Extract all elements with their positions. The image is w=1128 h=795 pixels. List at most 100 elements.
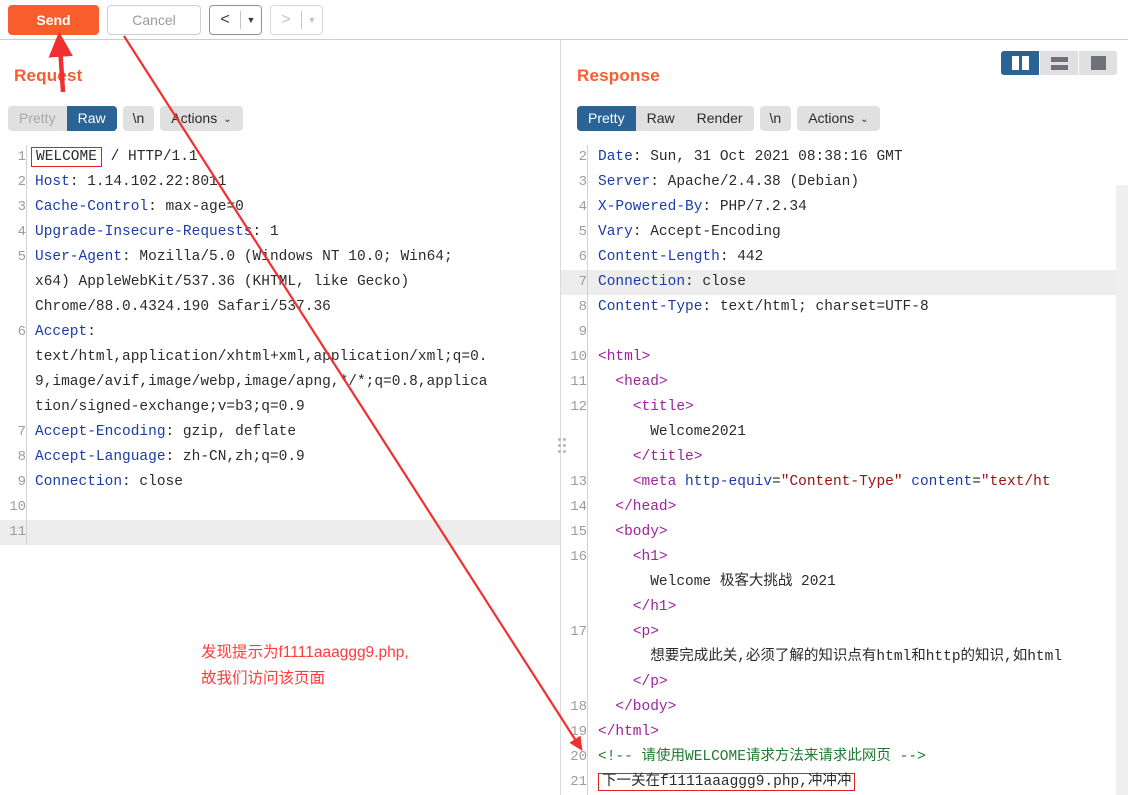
tab-response-render[interactable]: Render — [685, 106, 754, 131]
request-panel-title: Request — [14, 66, 83, 85]
code-line: 8 Content-Type: text/html; charset=UTF-8 — [561, 295, 1116, 320]
response-editor[interactable]: 2 Date: Sun, 31 Oct 2021 08:38:16 GMT 3 Ser… — [561, 145, 1116, 795]
code-text: Content-Length: 442 — [598, 249, 764, 265]
code-line: 12 <title> — [561, 395, 1116, 420]
split-view-icon[interactable] — [1001, 51, 1039, 75]
forward-dropdown-caret-icon[interactable]: ▼ — [302, 5, 322, 34]
forward-button-group[interactable]: > ▼ — [270, 4, 323, 35]
code-text: Accept-Language: zh-CN,zh;q=0.9 — [35, 449, 305, 465]
request-view-tabs: Pretty Raw — [8, 106, 117, 131]
stacked-view-icon[interactable] — [1040, 51, 1078, 75]
line-number: 10 — [570, 349, 587, 365]
line-number: 3 — [17, 199, 26, 215]
code-line: 4 X-Powered-By: PHP/7.2.34 — [561, 195, 1116, 220]
code-line: 9 Connection: close — [0, 470, 560, 495]
request-editor[interactable]: 1 WELCOME / HTTP/1.1 2 Host: 1.14.102.22:80… — [0, 145, 560, 795]
line-number: 9 — [578, 324, 587, 340]
code-line: x64) AppleWebKit/537.36 (KHTML, like Gec… — [0, 270, 560, 295]
line-number: 4 — [17, 224, 26, 240]
highlighted-method: WELCOME — [31, 147, 102, 167]
code-line: 10 — [0, 495, 560, 520]
code-text: </body> — [615, 699, 677, 715]
code-text: 想要完成此关,必须了解的知识点有html和http的知识,如html — [650, 649, 1063, 665]
line-number: 10 — [9, 499, 26, 515]
line-number: 19 — [570, 724, 587, 740]
code-text: Accept-Encoding: gzip, deflate — [35, 424, 297, 440]
code-text: </html> — [598, 724, 659, 740]
code-line: 18 </body> — [561, 695, 1116, 720]
cancel-button[interactable]: Cancel — [107, 4, 201, 35]
line-number: 1 — [17, 149, 26, 165]
line-number: 20 — [570, 749, 587, 765]
line-number: 21 — [570, 774, 587, 790]
line-number: 6 — [17, 324, 26, 340]
code-text: <!-- 请使用WELCOME请求方法来请求此网页 --> — [598, 749, 926, 765]
request-tabstrip: Pretty Raw \n Actions ⌄ — [8, 106, 243, 131]
code-text: tion/signed-exchange;v=b3;q=0.9 — [35, 399, 305, 415]
chevron-left-icon[interactable]: < — [210, 5, 240, 34]
line-number: 5 — [17, 249, 26, 265]
back-dropdown-caret-icon[interactable]: ▼ — [241, 5, 261, 34]
code-text: WELCOME / HTTP/1.1 — [27, 145, 198, 170]
tab-response-pretty[interactable]: Pretty — [577, 106, 636, 131]
code-line: 1 WELCOME / HTTP/1.1 — [0, 145, 560, 170]
code-text: <h1> — [632, 549, 668, 565]
code-line: 4 Upgrade-Insecure-Requests: 1 — [0, 220, 560, 245]
code-line: 10 <html> — [561, 345, 1116, 370]
tab-request-pretty[interactable]: Pretty — [8, 106, 67, 131]
request-actions-button[interactable]: Actions ⌄ — [160, 106, 243, 131]
line-number: 7 — [17, 424, 26, 440]
response-newline-toggle[interactable]: \n — [759, 106, 792, 131]
code-line: Chrome/88.0.4324.190 Safari/537.36 — [0, 295, 560, 320]
line-number: 15 — [570, 524, 587, 540]
line-number: 17 — [570, 624, 587, 640]
annotation-note: 发现提示为f1111aaaggg9.php, 故我们访问该页面 — [201, 640, 501, 692]
code-text: Date: Sun, 31 Oct 2021 08:38:16 GMT — [598, 149, 903, 165]
single-view-icon[interactable] — [1079, 51, 1117, 75]
line-number: 2 — [578, 149, 587, 165]
code-text: 下一关在f1111aaaggg9.php,冲冲冲 — [588, 770, 856, 795]
code-text: Cache-Control: max-age=0 — [35, 199, 244, 215]
line-number: 2 — [17, 174, 26, 190]
tab-response-raw[interactable]: Raw — [635, 106, 686, 131]
line-number: 3 — [578, 174, 587, 190]
panel-splitter-handle-right[interactable] — [563, 438, 566, 453]
code-line: 9 — [561, 320, 1116, 345]
code-line: 20 <!-- 请使用WELCOME请求方法来请求此网页 --> — [561, 745, 1116, 770]
response-actions-button[interactable]: Actions ⌄ — [797, 106, 880, 131]
chevron-right-icon[interactable]: > — [271, 5, 301, 34]
code-line: 2 Date: Sun, 31 Oct 2021 08:38:16 GMT — [561, 145, 1116, 170]
line-number: 11 — [9, 524, 26, 540]
gutter-divider — [587, 320, 588, 345]
line-number: 6 — [578, 249, 587, 265]
code-line: 13 <meta http-equiv="Content-Type" conte… — [561, 470, 1116, 495]
code-line: Welcome 极客大挑战 2021 — [561, 570, 1116, 595]
line-number: 8 — [17, 449, 26, 465]
response-vertical-scrollbar[interactable] — [1116, 185, 1128, 795]
code-line: 5 Vary: Accept-Encoding — [561, 220, 1116, 245]
request-newline-toggle[interactable]: \n — [122, 106, 155, 131]
code-line: </p> — [561, 670, 1116, 695]
line-number: 9 — [17, 474, 26, 490]
chevron-down-icon: ⌄ — [223, 113, 232, 125]
code-text: 9,image/avif,image/webp,image/apng,*/*;q… — [35, 374, 488, 390]
line-number: 8 — [578, 299, 587, 315]
line-number: 13 — [570, 474, 587, 490]
line-number: 11 — [570, 374, 587, 390]
code-line: 3 Cache-Control: max-age=0 — [0, 195, 560, 220]
code-text: Accept: — [35, 324, 96, 340]
code-line: 9,image/avif,image/webp,image/apng,*/*;q… — [0, 370, 560, 395]
code-text: x64) AppleWebKit/537.36 (KHTML, like Gec… — [35, 274, 410, 290]
panel-splitter-handle-left[interactable] — [558, 438, 561, 453]
code-line: 14 </head> — [561, 495, 1116, 520]
tab-request-raw[interactable]: Raw — [66, 106, 117, 131]
response-layout-toggle — [1001, 51, 1117, 75]
top-toolbar: Send Cancel < ▼ > ▼ — [0, 0, 1128, 40]
code-line: </h1> — [561, 595, 1116, 620]
back-button-group[interactable]: < ▼ — [209, 4, 262, 35]
code-text: <head> — [615, 374, 668, 390]
code-line: 19 </html> — [561, 720, 1116, 745]
code-line: 11 — [0, 520, 560, 545]
send-button[interactable]: Send — [8, 4, 99, 35]
code-text: <html> — [598, 349, 651, 365]
